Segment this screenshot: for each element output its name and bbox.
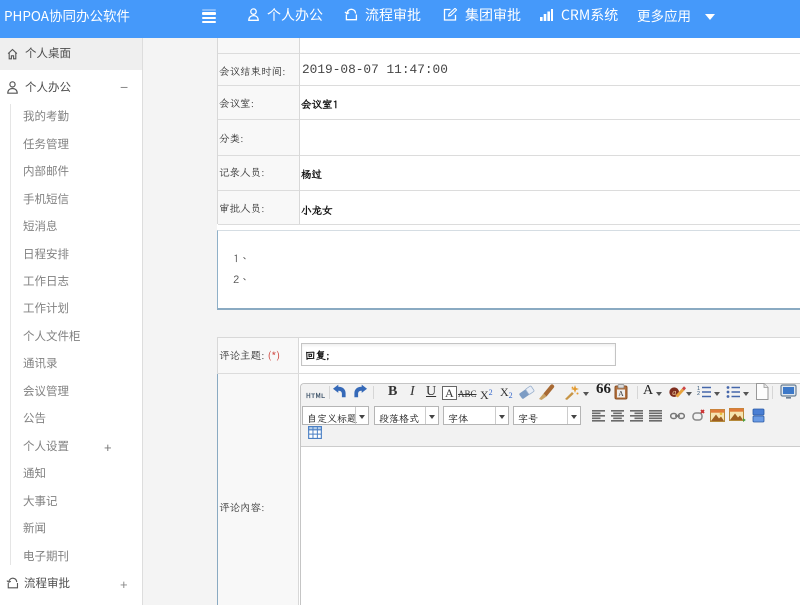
svg-text:a: a: [672, 388, 676, 397]
svg-text:2: 2: [697, 391, 700, 397]
svg-text:A: A: [618, 389, 624, 398]
